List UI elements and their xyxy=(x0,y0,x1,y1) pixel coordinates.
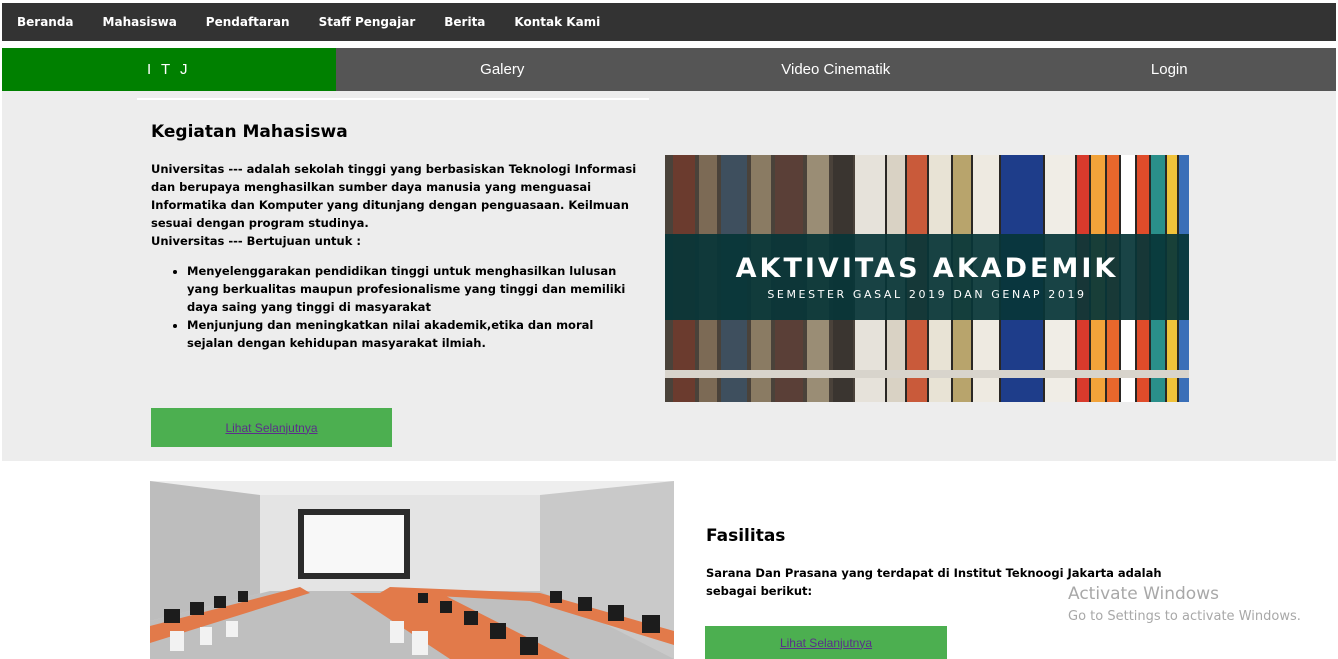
banner-subtitle: SEMESTER GASAL 2019 DAN GENAP 2019 xyxy=(767,288,1087,301)
section-divider xyxy=(137,98,649,100)
activate-windows-watermark-title: Activate Windows xyxy=(1068,584,1219,604)
nav-link-beranda[interactable]: Beranda xyxy=(17,15,74,29)
list-item: Menjunjung dan meningkatkan nilai akadem… xyxy=(187,316,641,352)
academic-activity-banner: AKTIVITAS AKADEMIK SEMESTER GASAL 2019 D… xyxy=(665,155,1189,402)
nav-link-pendaftaran[interactable]: Pendaftaran xyxy=(206,15,290,29)
fasilitas-title: Fasilitas xyxy=(706,526,786,546)
banner-caption: AKTIVITAS AKADEMIK SEMESTER GASAL 2019 D… xyxy=(665,234,1189,320)
nav-link-kontak-kami[interactable]: Kontak Kami xyxy=(514,15,600,29)
nav-link-berita[interactable]: Berita xyxy=(444,15,485,29)
computer-lab-image xyxy=(150,481,674,659)
tab-video-cinematik[interactable]: Video Cinematik xyxy=(669,48,1003,91)
kegiatan-more-link[interactable]: Lihat Selanjutnya xyxy=(225,421,317,435)
list-item: Menyelenggarakan pendidikan tinggi untuk… xyxy=(187,262,641,316)
kegiatan-purpose-intro: Universitas --- Bertujuan untuk : xyxy=(151,234,361,248)
tab-bar: I T J Galery Video Cinematik Login xyxy=(2,48,1336,91)
fasilitas-more-button[interactable]: Lihat Selanjutnya xyxy=(705,626,947,659)
tab-galery[interactable]: Galery xyxy=(336,48,670,91)
lab-photo xyxy=(150,481,674,659)
tab-itj[interactable]: I T J xyxy=(2,48,336,91)
nav-link-mahasiswa[interactable]: Mahasiswa xyxy=(103,15,177,29)
kegiatan-goals-list: Menyelenggarakan pendidikan tinggi untuk… xyxy=(187,262,641,352)
kegiatan-body: Universitas --- adalah sekolah tinggi ya… xyxy=(151,160,641,352)
top-navbar: Beranda Mahasiswa Pendaftaran Staff Peng… xyxy=(2,3,1336,41)
banner-title: AKTIVITAS AKADEMIK xyxy=(735,253,1119,284)
kegiatan-paragraph: Universitas --- adalah sekolah tinggi ya… xyxy=(151,162,637,230)
activate-windows-watermark-subtitle: Go to Settings to activate Windows. xyxy=(1068,609,1301,624)
kegiatan-more-button[interactable]: Lihat Selanjutnya xyxy=(151,408,392,447)
tab-login[interactable]: Login xyxy=(1003,48,1337,91)
kegiatan-title: Kegiatan Mahasiswa xyxy=(151,122,348,142)
nav-link-staff-pengajar[interactable]: Staff Pengajar xyxy=(319,15,416,29)
fasilitas-more-link[interactable]: Lihat Selanjutnya xyxy=(780,636,872,650)
